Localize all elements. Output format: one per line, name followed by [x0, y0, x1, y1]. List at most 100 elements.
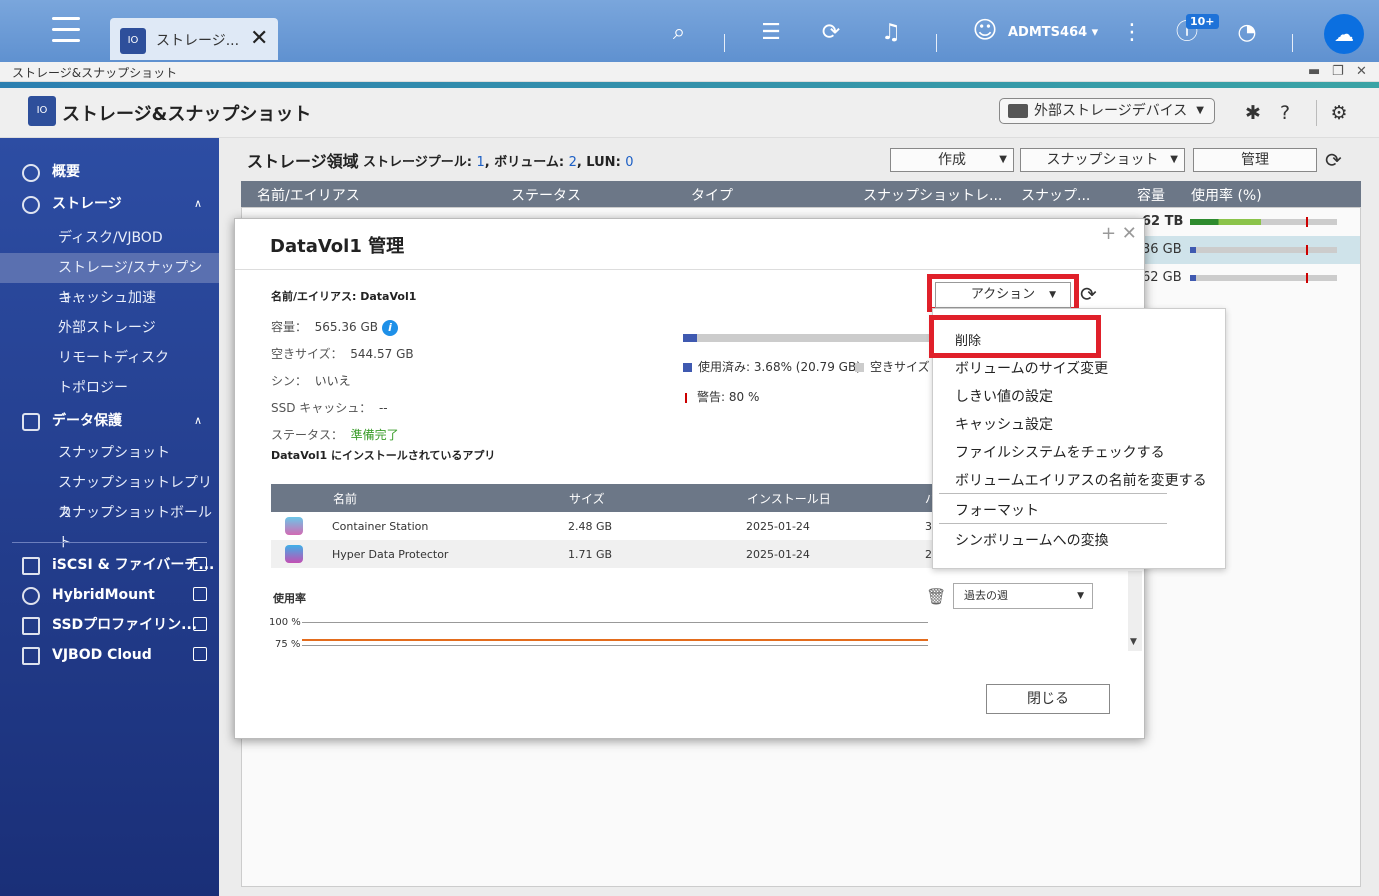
stack-icon[interactable]: ☰	[756, 18, 786, 48]
column-header[interactable]: インストール日	[747, 490, 831, 507]
column-header[interactable]: 名前/エイリアス	[257, 185, 360, 205]
snapshot-button[interactable]: スナップショット ▼	[1020, 148, 1185, 172]
window-title: ストレージ&スナップショット	[12, 66, 178, 80]
column-header[interactable]: サイズ	[569, 490, 605, 507]
usage-fill	[1190, 219, 1261, 225]
manage-button[interactable]: 管理	[1193, 148, 1317, 172]
refresh-icon[interactable]: ⟳	[1080, 282, 1097, 306]
sidebar-label: ストレージ	[52, 196, 122, 212]
sidebar-item-snapshot[interactable]: スナップショット	[0, 438, 219, 468]
sidebar-item-topology[interactable]: トポロジー	[0, 373, 219, 403]
menu-item-format[interactable]: フォーマット	[955, 500, 1039, 520]
restore-icon[interactable]: ❐	[1332, 64, 1344, 79]
username[interactable]: ADMTS464 ▾	[1008, 25, 1098, 40]
sidebar-item-hybridmount[interactable]: HybridMount	[0, 580, 219, 610]
sidebar-item-storage[interactable]: ストレージ ∧	[0, 189, 219, 219]
snapshot-label: スナップショット	[1046, 152, 1159, 168]
app-size: 2.48 GB	[568, 520, 613, 533]
close-window-icon[interactable]: ✕	[1356, 64, 1367, 79]
sidebar-item-cache[interactable]: キャッシュ加速	[0, 283, 219, 313]
settings-gear-icon[interactable]: ⚙	[1326, 100, 1352, 126]
page-title: ストレージ領域	[247, 152, 359, 171]
pool-count: 1	[476, 155, 485, 170]
scroll-down-icon[interactable]: ▼	[1130, 637, 1137, 647]
menu-item-convert-thin[interactable]: シンボリュームへの変換	[955, 530, 1109, 550]
sidebar-item-data-protection[interactable]: データ保護 ∧	[0, 406, 219, 436]
chevron-up-icon: ∧	[194, 414, 203, 427]
refresh-icon[interactable]: ⟳	[1325, 148, 1342, 172]
user-icon[interactable]: ☺	[968, 16, 1002, 56]
close-button[interactable]: 閉じる	[986, 684, 1110, 714]
sync-icon[interactable]: ⟳	[816, 18, 846, 48]
sidebar-item-snapshot-vault[interactable]: スナップショットボールト	[0, 498, 219, 551]
bell-icon[interactable]: ♫	[876, 18, 906, 48]
y-tick-label: 100 %	[269, 617, 301, 628]
warning-marker	[1306, 273, 1308, 283]
app-name: Hyper Data Protector	[332, 548, 449, 561]
close-icon[interactable]: ✕	[250, 26, 268, 51]
vjbod-cloud-icon	[22, 647, 40, 665]
gridline	[302, 645, 928, 646]
free-row: 空きサイズ： 544.57 GB	[271, 345, 414, 362]
sidebar-item-overview[interactable]: 概要	[0, 157, 219, 187]
menu-item-check-filesystem[interactable]: ファイルシステムをチェックする	[955, 442, 1165, 462]
legend-swatch	[685, 392, 687, 403]
sidebar-item-snapshot-replica[interactable]: スナップショットレプリカ	[0, 468, 219, 521]
help-icon[interactable]: ?	[1272, 100, 1298, 126]
column-header[interactable]: タイプ	[691, 185, 733, 205]
tools-icon[interactable]: ✱	[1240, 100, 1266, 126]
sidebar-item-external-storage[interactable]: 外部ストレージ	[0, 313, 219, 343]
more-options-icon[interactable]: ⋮	[1117, 18, 1147, 48]
sidebar-item-storage-snapshots[interactable]: ストレージ/スナップショ...	[0, 253, 219, 306]
info-icon[interactable]: i	[382, 320, 398, 336]
external-storage-dropdown[interactable]: 外部ストレージデバイス ▼	[999, 98, 1215, 124]
highlight-box	[929, 315, 1101, 358]
sidebar-item-disks[interactable]: ディスク/VJBOD	[0, 223, 219, 253]
cloud-icon[interactable]: ☁	[1324, 14, 1364, 54]
sidebar-item-remote-disk[interactable]: リモートディスク	[0, 343, 219, 373]
column-header[interactable]: 容量	[1137, 185, 1165, 205]
summary-label: , LUN:	[576, 155, 626, 170]
divider	[1292, 34, 1293, 52]
volume-usage-bar	[683, 334, 943, 342]
minimize-icon[interactable]: ▬	[1308, 64, 1320, 79]
app-tab-storage[interactable]: IO ストレージ... ✕	[110, 18, 278, 60]
period-select[interactable]: 過去の週 ▼	[953, 583, 1093, 609]
dialog-window-controls[interactable]: + ✕	[1101, 223, 1137, 244]
sidebar-item-ssd-profiling[interactable]: SSDプロファイリン...	[0, 610, 219, 640]
main-menu-icon[interactable]	[52, 17, 80, 45]
status-row: ステータス： 準備完了	[271, 426, 399, 443]
sidebar-item-iscsi[interactable]: iSCSI & ファイバーチ...	[0, 550, 219, 580]
capacity-cell: 36 GB	[1142, 242, 1182, 257]
caret-down-icon: ▼	[1196, 105, 1204, 116]
search-icon[interactable]: ⌕	[664, 18, 694, 48]
caret-down-icon: ▼	[1170, 154, 1178, 165]
column-header[interactable]: ステータス	[511, 185, 581, 205]
warning-legend-text: 警告: 80 %	[697, 390, 760, 404]
sidebar-label: データ保護	[52, 413, 122, 429]
dashboard-icon[interactable]: ◔	[1232, 18, 1262, 48]
sidebar: 概要 ストレージ ∧ ディスク/VJBOD ストレージ/スナップショ... キャッ…	[0, 138, 219, 896]
menu-item-cache-settings[interactable]: キャッシュ設定	[955, 414, 1053, 434]
column-header[interactable]: 使用率 (%)	[1191, 185, 1262, 205]
column-header[interactable]: スナップ...	[1021, 185, 1090, 205]
threshold-line	[302, 639, 928, 641]
iscsi-icon	[22, 557, 40, 575]
menu-item-resize[interactable]: ボリュームのサイズ変更	[955, 358, 1108, 378]
ssd-value: --	[378, 401, 388, 415]
sidebar-item-vjbod-cloud[interactable]: VJBOD Cloud	[0, 640, 219, 670]
action-button[interactable]: アクション ▼	[935, 282, 1071, 308]
used-legend: 使用済み: 3.68% (20.79 GB)	[683, 358, 861, 375]
storage-table-header: 名前/エイリアス ステータス タイプ スナップショットレ... スナップ... …	[241, 181, 1361, 207]
used-legend-text: 使用済み: 3.68% (20.79 GB)	[698, 360, 861, 374]
sidebar-label: スナップショット	[58, 445, 170, 461]
legend-swatch	[683, 363, 692, 372]
ssd-row: SSD キャッシュ： --	[271, 399, 388, 416]
trash-icon[interactable]: 🗑	[926, 587, 946, 606]
menu-item-threshold[interactable]: しきい値の設定	[955, 386, 1053, 406]
column-header[interactable]: 名前	[333, 490, 357, 507]
create-button[interactable]: 作成 ▼	[890, 148, 1014, 172]
app-date: 2025-01-24	[746, 520, 810, 533]
column-header[interactable]: スナップショットレ...	[863, 185, 1002, 205]
menu-item-rename-alias[interactable]: ボリュームエイリアスの名前を変更する	[955, 470, 1207, 490]
